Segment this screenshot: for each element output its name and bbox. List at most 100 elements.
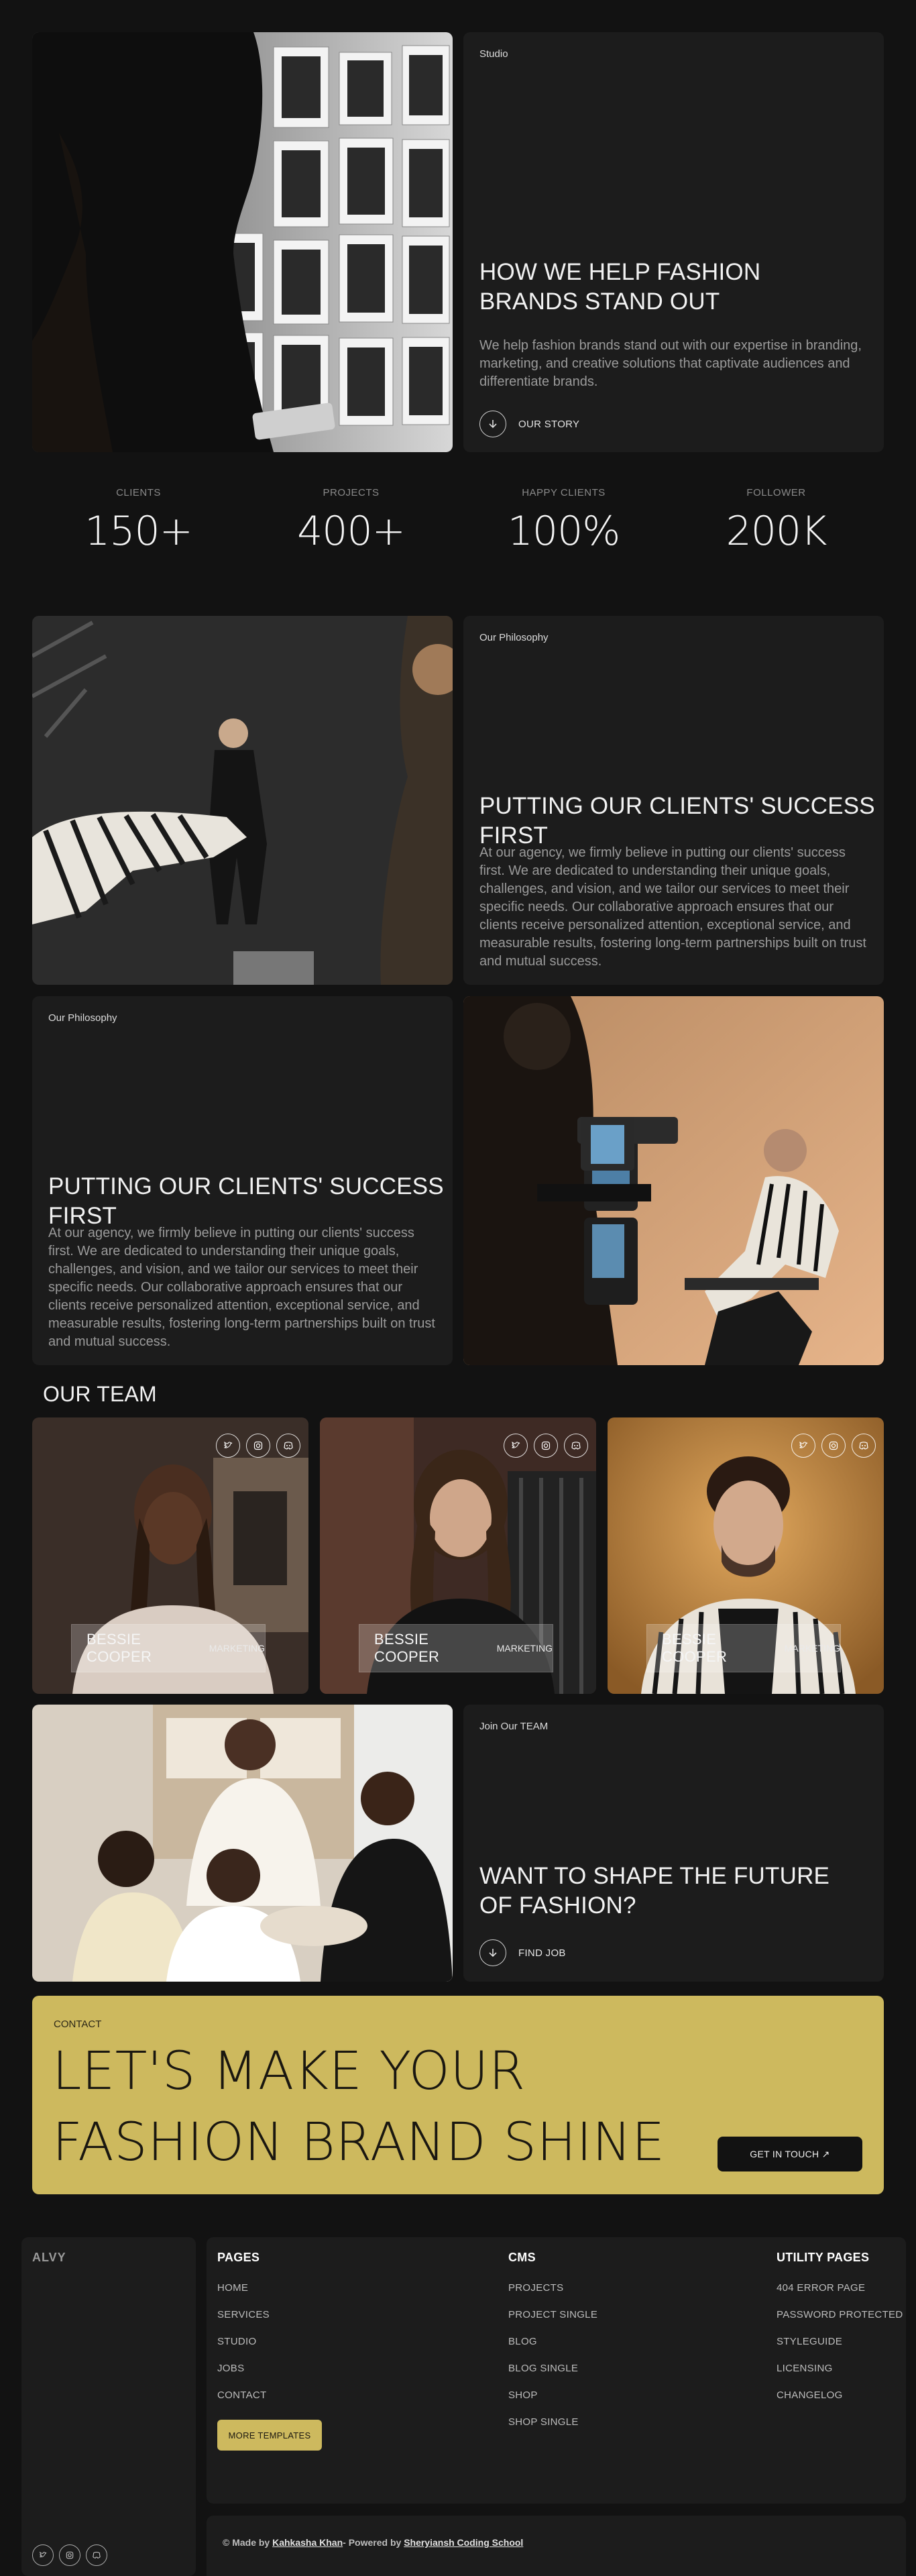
discord-icon[interactable]	[564, 1434, 588, 1458]
team-member-card[interactable]: BESSIE COOPER MARKETING	[32, 1417, 308, 1694]
stat-happy-clients: HAPPY CLIENTS 100%	[457, 487, 670, 561]
instagram-icon[interactable]	[59, 2544, 80, 2566]
instagram-icon[interactable]	[821, 1434, 846, 1458]
team-member-card[interactable]: BESSIE COOPER MARKETING	[320, 1417, 596, 1694]
footer-link-projects[interactable]: PROJECTS	[508, 2282, 597, 2294]
join-tag: Join Our TEAM	[479, 1721, 549, 1732]
footer-brand-panel: ALVY	[21, 2237, 196, 2576]
twitter-icon[interactable]	[216, 1434, 240, 1458]
team-table-illustration	[32, 1705, 453, 1982]
credit-company-link[interactable]: Sheryiansh Coding School	[404, 2537, 523, 2548]
credit-author-link[interactable]: Kahkasha Khan	[272, 2537, 343, 2548]
twitter-icon[interactable]	[504, 1434, 528, 1458]
more-templates-button[interactable]: MORE TEMPLATES	[217, 2420, 322, 2451]
join-title: WANT TO SHAPE THE FUTURE OF FASHION?	[479, 1863, 830, 1919]
instagram-icon[interactable]	[534, 1434, 558, 1458]
find-job-label: FIND JOB	[518, 1947, 566, 1959]
stat-value: 100%	[507, 508, 621, 555]
twitter-icon[interactable]	[32, 2544, 54, 2566]
footer-column-pages: PAGES HOME SERVICES STUDIO JOBS CONTACT …	[217, 2251, 322, 2451]
photoshoot-illustration	[32, 616, 453, 985]
team-member-name: BESSIE COOPER	[662, 1631, 728, 1665]
footer-link-licensing[interactable]: LICENSING	[777, 2363, 903, 2374]
philosophy-image-2	[463, 996, 884, 1365]
footer-link-contact[interactable]: CONTACT	[217, 2390, 322, 2401]
team-member-card[interactable]: BESSIE COOPER MARKETING	[608, 1417, 884, 1694]
footer-column-utility: UTILITY PAGES 404 ERROR PAGE PASSWORD PR…	[777, 2251, 903, 2401]
twitter-icon[interactable]	[791, 1434, 815, 1458]
discord-icon[interactable]	[276, 1434, 300, 1458]
stat-follower: FOLLOWER 200K	[670, 487, 882, 561]
footer-link-404[interactable]: 404 ERROR PAGE	[777, 2282, 903, 2294]
our-story-label: OUR STORY	[518, 418, 580, 430]
philosophy-text: At our agency, we firmly believe in putt…	[479, 845, 866, 969]
instagram-icon[interactable]	[246, 1434, 270, 1458]
stat-value: 200K	[726, 508, 827, 555]
team-title: OUR TEAM	[43, 1382, 157, 1406]
contact-tag: CONTACT	[54, 2019, 102, 2030]
team-socials	[791, 1434, 876, 1458]
philosophy-text: At our agency, we firmly believe in putt…	[48, 1226, 435, 1349]
stat-label: CLIENTS	[116, 487, 161, 498]
footer-link-shop-single[interactable]: SHOP SINGLE	[508, 2416, 597, 2428]
footer-link-changelog[interactable]: CHANGELOG	[777, 2390, 903, 2401]
studio-image	[32, 32, 453, 452]
footer-column-title: PAGES	[217, 2251, 260, 2264]
team-member-label: BESSIE COOPER MARKETING	[71, 1624, 266, 1672]
footer-links-panel: PAGES HOME SERVICES STUDIO JOBS CONTACT …	[207, 2237, 906, 2504]
stat-value: 150+	[84, 508, 193, 555]
contact-banner: CONTACT LET'S MAKE YOUR FASHION BRAND SH…	[32, 1996, 884, 2194]
find-job-link[interactable]: FIND JOB	[479, 1939, 566, 1966]
footer-column-title: UTILITY PAGES	[777, 2251, 870, 2264]
arrow-down-icon	[479, 1939, 506, 1966]
footer-link-blog-single[interactable]: BLOG SINGLE	[508, 2363, 597, 2374]
our-story-link[interactable]: OUR STORY	[479, 411, 579, 437]
philosophy-card-2: Our Philosophy PUTTING OUR CLIENTS' SUCC…	[32, 996, 453, 1365]
footer-column-title: CMS	[508, 2251, 536, 2264]
stat-label: HAPPY CLIENTS	[522, 487, 606, 498]
philosophy-title: PUTTING OUR CLIENTS' SUCCESS FIRST	[48, 1173, 444, 1229]
team-member-role: MARKETING	[209, 1643, 265, 1654]
footer-column-cms: CMS PROJECTS PROJECT SINGLE BLOG BLOG SI…	[508, 2251, 597, 2428]
team-socials	[504, 1434, 588, 1458]
studio-text: We help fashion brands stand out with ou…	[479, 338, 862, 389]
team-member-role: MARKETING	[496, 1643, 553, 1654]
stat-value: 400+	[297, 508, 406, 555]
footer-credit-panel: © Made by Kahkasha Khan- Powered by Sher…	[207, 2516, 906, 2576]
discord-icon[interactable]	[852, 1434, 876, 1458]
footer-link-home[interactable]: HOME	[217, 2282, 322, 2294]
credit-prefix: © Made by	[223, 2537, 273, 2548]
team-member-role: MARKETING	[784, 1643, 840, 1654]
arrow-down-icon	[479, 411, 506, 437]
studio-tag: Studio	[479, 48, 508, 60]
footer-link-blog[interactable]: BLOG	[508, 2336, 597, 2347]
footer-link-shop[interactable]: SHOP	[508, 2390, 597, 2401]
discord-icon[interactable]	[86, 2544, 107, 2566]
footer-link-styleguide[interactable]: STYLEGUIDE	[777, 2336, 903, 2347]
join-card: Join Our TEAM WANT TO SHAPE THE FUTURE O…	[463, 1705, 884, 1982]
footer-socials	[32, 2544, 107, 2566]
footer-link-password-protected[interactable]: PASSWORD PROTECTED	[777, 2309, 903, 2320]
stat-projects: PROJECTS 400+	[245, 487, 457, 561]
philosophy-tag: Our Philosophy	[479, 632, 549, 643]
philosophy-card-1: Our Philosophy PUTTING OUR CLIENTS' SUCC…	[463, 616, 884, 985]
team-member-name: BESSIE COOPER	[374, 1631, 440, 1665]
stat-label: FOLLOWER	[746, 487, 806, 498]
get-in-touch-button[interactable]: GET IN TOUCH ↗	[718, 2137, 862, 2171]
philosophy-tag: Our Philosophy	[48, 1012, 117, 1024]
footer-logo[interactable]: ALVY	[32, 2251, 66, 2265]
team-member-name: BESSIE COOPER	[87, 1631, 152, 1665]
team-member-label: BESSIE COOPER MARKETING	[646, 1624, 841, 1672]
join-image	[32, 1705, 453, 1982]
footer-link-jobs[interactable]: JOBS	[217, 2363, 322, 2374]
studio-photo-illustration	[32, 32, 453, 452]
philosophy-image-1	[32, 616, 453, 985]
footer-link-studio[interactable]: STUDIO	[217, 2336, 322, 2347]
filming-illustration	[463, 996, 884, 1365]
philosophy-title: PUTTING OUR CLIENTS' SUCCESS FIRST	[479, 793, 875, 849]
contact-title: LET'S MAKE YOUR FASHION BRAND SHINE	[52, 2041, 665, 2173]
footer-link-project-single[interactable]: PROJECT SINGLE	[508, 2309, 597, 2320]
studio-card: Studio HOW WE HELP FASHION BRANDS STAND …	[463, 32, 884, 452]
stat-clients: CLIENTS 150+	[32, 487, 245, 561]
footer-link-services[interactable]: SERVICES	[217, 2309, 322, 2320]
